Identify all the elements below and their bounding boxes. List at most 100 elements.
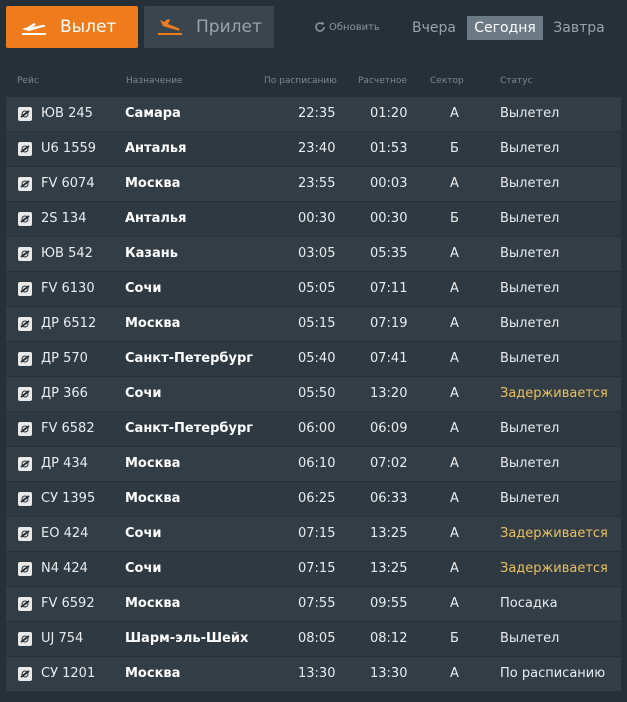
destination: Москва [125,666,181,681]
table-row[interactable]: ДР 434 Москва 06:10 07:02 А Вылетел [6,447,621,481]
flight-status: Вылетел [500,176,560,191]
sector: А [450,666,459,681]
flight-status: Вылетел [500,281,560,296]
flight-number: FV 6074 [41,176,95,191]
flight-number: UJ 754 [41,631,84,646]
estimated-time: 07:41 [370,351,408,366]
estimated-time: 01:20 [370,106,408,121]
flight-number: СУ 1201 [41,666,96,681]
scheduled-time: 06:00 [298,421,336,436]
flight-status: Вылетел [500,421,560,436]
scheduled-time: 00:30 [298,211,336,226]
destination: Москва [125,316,181,331]
destination: Казань [125,246,178,261]
sector: А [450,106,459,121]
destination: Сочи [125,281,162,296]
departures-tab[interactable]: Вылет [6,6,138,48]
flight-status: Вылетел [500,141,560,156]
arrivals-tab[interactable]: Прилет [144,6,274,48]
table-row[interactable]: СУ 1201 Москва 13:30 13:30 А По расписанию [6,657,621,691]
destination: Москва [125,176,181,191]
sector: А [450,281,459,296]
sector: А [450,421,459,436]
destination: Сочи [125,526,162,541]
table-row[interactable]: ДР 570 Санкт-Петербург 05:40 07:41 А Вылетел [6,342,621,376]
refresh-label: Обновить [329,21,380,33]
destination: Сочи [125,386,162,401]
table-row[interactable]: ЮВ 542 Казань 03:05 05:35 А Вылетел [6,237,621,271]
estimated-time: 13:20 [370,386,408,401]
scheduled-time: 05:15 [298,316,336,331]
top-bar: Вылет Прилет Обновить Вчера Сегодня Завт… [0,0,627,58]
flights-table: ЮВ 245 Самара 22:35 01:20 А Вылетел U6 1559 Ант… [6,97,621,692]
estimated-time: 09:55 [370,596,408,611]
table-row[interactable]: FV 6582 Санкт-Петербург 06:00 06:09 А Вылетел [6,412,621,446]
table-row[interactable]: FV 6592 Москва 07:55 09:55 А Посадка [6,587,621,621]
flight-status: Вылетел [500,246,560,261]
flight-number: ДР 6512 [41,316,97,331]
table-row[interactable]: FV 6130 Сочи 05:05 07:11 А Вылетел [6,272,621,306]
scheduled-time: 05:50 [298,386,336,401]
airline-logo-icon [18,142,32,156]
flight-status: Вылетел [500,211,560,226]
destination: Сочи [125,561,162,576]
airline-logo-icon [18,352,32,366]
airline-logo-icon [18,527,32,541]
table-row[interactable]: СУ 1395 Москва 06:25 06:33 А Вылетел [6,482,621,516]
airline-logo-icon [18,317,32,331]
flight-number: СУ 1395 [41,491,96,506]
flight-number: FV 6582 [41,421,95,436]
sector: Б [450,211,459,226]
estimated-time: 07:02 [370,456,408,471]
flight-number: ДР 570 [41,351,88,366]
flight-status: Задерживается [500,526,608,541]
flight-number: 2S 134 [41,211,87,226]
table-row[interactable]: ДР 366 Сочи 05:50 13:20 А Задерживается [6,377,621,411]
table-row[interactable]: U6 1559 Анталья 23:40 01:53 Б Вылетел [6,132,621,166]
destination: Москва [125,596,181,611]
airline-logo-icon [18,667,32,681]
sector: А [450,246,459,261]
scheduled-time: 07:55 [298,596,336,611]
destination: Шарм-эль-Шейх [125,631,249,646]
flight-number: N4 424 [41,561,88,576]
table-row[interactable]: ДР 6512 Москва 05:15 07:19 А Вылетел [6,307,621,341]
estimated-time: 05:35 [370,246,408,261]
flight-number: U6 1559 [41,141,97,156]
column-destination: Назначение [126,76,183,86]
column-sector: Сектор [430,76,464,86]
scheduled-time: 13:30 [298,666,336,681]
column-status: Статус [500,76,533,86]
day-today[interactable]: Сегодня [467,16,543,40]
column-scheduled: По расписанию [264,76,337,86]
destination: Москва [125,491,181,506]
destination: Санкт-Петербург [125,351,254,366]
scheduled-time: 03:05 [298,246,336,261]
flight-number: FV 6592 [41,596,95,611]
table-row[interactable]: FV 6074 Москва 23:55 00:03 А Вылетел [6,167,621,201]
day-tomorrow[interactable]: Завтра [551,16,607,40]
sector: А [450,316,459,331]
sector: А [450,526,459,541]
refresh-button[interactable]: Обновить [314,21,380,33]
flight-number: ЮВ 245 [41,106,93,121]
sector: Б [450,631,459,646]
table-row[interactable]: N4 424 Сочи 07:15 13:25 А Задерживается [6,552,621,586]
table-row[interactable]: 2S 134 Анталья 00:30 00:30 Б Вылетел [6,202,621,236]
flight-status: По расписанию [500,666,606,681]
sector: Б [450,141,459,156]
airline-logo-icon [18,422,32,436]
table-row[interactable]: ЮВ 245 Самара 22:35 01:20 А Вылетел [6,97,621,131]
estimated-time: 00:03 [370,176,408,191]
flight-number: ДР 434 [41,456,88,471]
table-row[interactable]: UJ 754 Шарм-эль-Шейх 08:05 08:12 Б Вылетел [6,622,621,656]
flight-number: FV 6130 [41,281,95,296]
flight-status: Вылетел [500,631,560,646]
day-yesterday[interactable]: Вчера [408,16,460,40]
table-row[interactable]: ЕО 424 Сочи 07:15 13:25 А Задерживается [6,517,621,551]
estimated-time: 07:19 [370,316,408,331]
destination: Анталья [125,141,187,156]
estimated-time: 06:09 [370,421,408,436]
sector: А [450,386,459,401]
flight-number: ЕО 424 [41,526,89,541]
